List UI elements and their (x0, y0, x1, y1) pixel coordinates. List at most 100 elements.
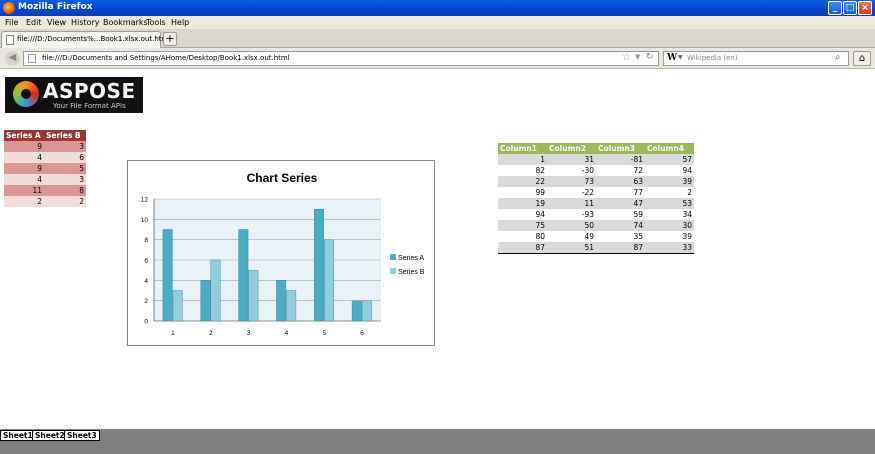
table-cell: 2 (44, 196, 86, 207)
x-tick-label: 6 (360, 330, 364, 337)
logo-tagline: Your File Format APIs (53, 102, 126, 110)
bar-series-a (200, 280, 211, 322)
table-cell: 94 (645, 165, 694, 176)
y-tick-label: 12 (141, 197, 149, 204)
bar-series-b (248, 269, 259, 322)
menu-tools[interactable]: Tools (146, 18, 166, 27)
bookmark-star-icon[interactable]: ☆ (622, 52, 631, 63)
x-tick-label: 3 (247, 330, 251, 337)
home-button[interactable]: ⌂ (853, 51, 871, 66)
y-tick-label: 0 (144, 319, 148, 326)
table-cell: 57 (645, 154, 694, 165)
search-icon[interactable]: ⌕ (835, 52, 841, 63)
y-tick-label: 6 (144, 258, 148, 265)
table-cell: 35 (596, 231, 645, 242)
table-cell: 3 (44, 174, 86, 185)
logo-brand: ASPOSE (43, 79, 136, 103)
table-cell: 2 (645, 187, 694, 198)
table-cell: 73 (547, 176, 596, 187)
reload-icon[interactable]: ↻ (646, 52, 654, 62)
chart: Chart Series 0 2 4 6 8 10 12 1 2 3 4 5 6 Series A Serie… (127, 160, 435, 346)
aspose-logo-icon (13, 81, 39, 107)
bar-series-a (276, 280, 287, 322)
table-row: 11 8 (4, 185, 86, 196)
columns-table-header: Column2 (547, 143, 596, 154)
columns-table-header: Column3 (596, 143, 645, 154)
menu-file[interactable]: File (5, 18, 18, 27)
x-tick-label: 5 (322, 330, 326, 337)
table-row: 87 51 87 33 (498, 242, 694, 254)
x-tick-label: 1 (171, 330, 175, 337)
navigation-bar: ◀ file:///D:/Documents and Settings/AHom… (0, 48, 875, 69)
bar-series-a (314, 208, 324, 322)
bar-series-b (324, 239, 334, 322)
back-button[interactable]: ◀ (5, 51, 20, 66)
table-cell: 75 (498, 220, 547, 231)
table-cell: 63 (596, 176, 645, 187)
url-dropdown-icon[interactable]: ▼ (635, 53, 640, 61)
table-cell: -30 (547, 165, 596, 176)
table-row: 22 73 63 39 (498, 176, 694, 187)
table-row: 46 (4, 152, 86, 163)
maximize-button[interactable]: □ (843, 1, 857, 15)
table-cell: 11 (4, 185, 44, 196)
table-cell: 53 (645, 198, 694, 209)
legend-swatch (390, 268, 396, 274)
sheet-tab-1[interactable]: Sheet1 (0, 430, 36, 441)
sheet-tab-3[interactable]: Sheet3 (64, 430, 100, 441)
table-cell: 4 (4, 152, 44, 163)
table-cell: 6 (44, 152, 86, 163)
aspose-logo: ASPOSE Your File Format APIs (5, 77, 143, 113)
table-cell: 33 (645, 242, 694, 254)
table-cell: 80 (498, 231, 547, 242)
minimize-button[interactable]: _ (828, 1, 842, 15)
menu-help[interactable]: Help (171, 18, 189, 27)
table-cell: 39 (645, 176, 694, 187)
new-tab-button[interactable]: + (163, 32, 177, 46)
firefox-icon (3, 2, 15, 14)
table-row: 93 (4, 141, 86, 152)
search-bar[interactable]: W ▼ Wikipedia (en) ⌕ (663, 51, 849, 66)
bar-series-b (210, 259, 221, 322)
bar-series-a (238, 229, 249, 322)
x-tick-label: 2 (209, 330, 213, 337)
table-cell: 47 (596, 198, 645, 209)
menu-edit[interactable]: Edit (26, 18, 42, 27)
table-cell: 19 (498, 198, 547, 209)
table-cell: 82 (498, 165, 547, 176)
table-cell: 34 (645, 209, 694, 220)
table-row: 94 -93 59 34 (498, 209, 694, 220)
menu-view[interactable]: View (47, 18, 66, 27)
page-icon (28, 54, 36, 63)
series-table-header: Series B (44, 130, 86, 141)
wikipedia-icon[interactable]: W (667, 53, 677, 63)
table-row: 1 31 -81 57 (498, 154, 694, 165)
menu-bookmarks[interactable]: Bookmarks (103, 18, 148, 27)
y-tick-label: 2 (144, 298, 148, 305)
search-engine-dropdown-icon[interactable]: ▼ (678, 54, 683, 61)
sheet-tab-2[interactable]: Sheet2 (32, 430, 68, 441)
series-table: Series A Series B 9 3 4 6 9 5 4 3 11 8 2 2 (4, 130, 86, 207)
table-cell: 49 (547, 231, 596, 242)
table-cell: 3 (44, 141, 86, 152)
window-title: Mozilla Firefox (18, 2, 93, 12)
table-cell: 50 (547, 220, 596, 231)
browser-tab[interactable]: file:///D:/Documents%...Book1.xlsx.out.h… (1, 31, 170, 48)
url-bar[interactable]: file:///D:/Documents and Settings/AHome/… (23, 51, 659, 66)
bar-series-b (172, 290, 183, 322)
bar-series-b (361, 300, 372, 322)
menu-history[interactable]: History (71, 18, 99, 27)
table-cell: 5 (44, 163, 86, 174)
table-cell: 51 (547, 242, 596, 254)
table-row: 95 (4, 163, 86, 174)
close-button[interactable]: × (858, 1, 872, 15)
page-content: ASPOSE Your File Format APIs Series A Se… (0, 69, 875, 429)
table-row: 22 (4, 196, 86, 207)
table-cell: 31 (547, 154, 596, 165)
table-row: 19 11 47 53 (498, 198, 694, 209)
chart-svg: Chart Series0246810121 2 3 4 5 6Series ASerie… (141, 171, 425, 337)
series-table-header: Series A (4, 130, 44, 141)
legend-label: Series A (398, 255, 424, 262)
table-cell: 1 (498, 154, 547, 165)
table-row: 80 49 35 39 (498, 231, 694, 242)
